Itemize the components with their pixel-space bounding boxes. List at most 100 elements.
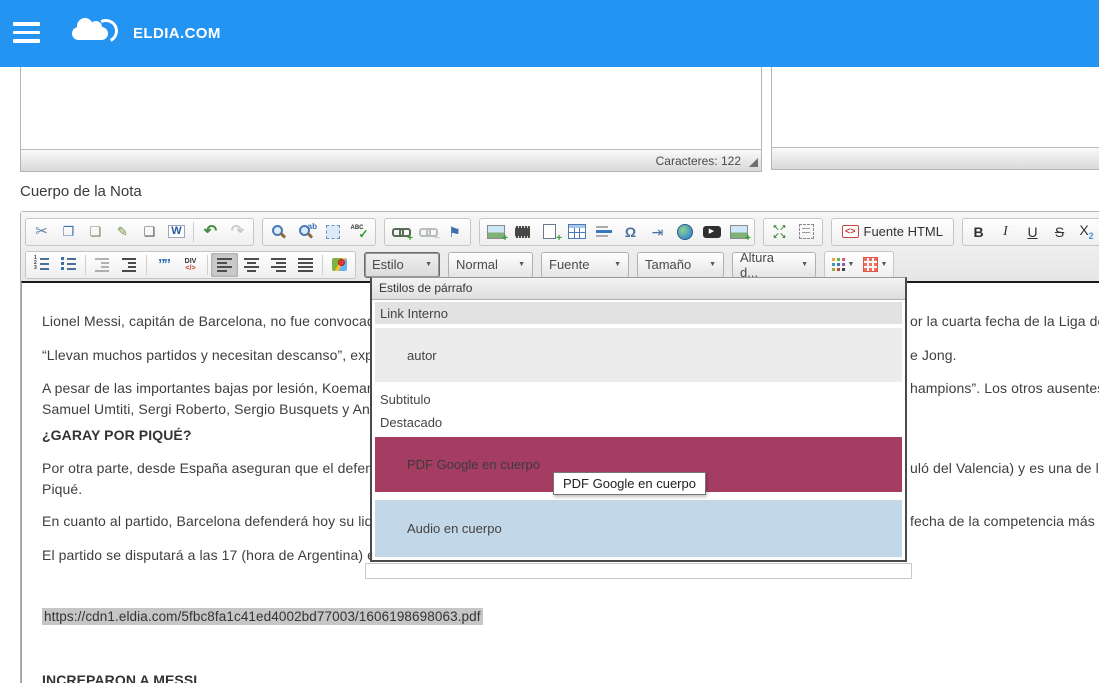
special-char-button[interactable]: Ω bbox=[617, 220, 644, 244]
insert-map-button[interactable] bbox=[326, 253, 353, 277]
align-justify-button[interactable] bbox=[292, 253, 319, 277]
underline-button[interactable]: U bbox=[1019, 220, 1046, 244]
pdf-url-selected-text[interactable]: https://cdn1.eldia.com/5fbc8fa1c41ed4002… bbox=[42, 608, 483, 625]
clipboard-group: ✂ ❐ ❏ ✎ ❑ W ↶ ↷ bbox=[25, 218, 254, 246]
paste-button[interactable]: ❏ bbox=[82, 220, 109, 244]
insert-page-button[interactable]: + bbox=[536, 220, 563, 244]
paste-from-word-button[interactable]: W bbox=[163, 220, 190, 244]
numbered-list-icon bbox=[33, 257, 50, 272]
style-item-link-interno[interactable]: Link Interno bbox=[375, 302, 902, 324]
horizontal-rule-button[interactable] bbox=[590, 220, 617, 244]
line-height-combo-label: Altura d... bbox=[740, 250, 791, 280]
article-line: Piqué. bbox=[42, 481, 82, 497]
align-left-button[interactable] bbox=[211, 253, 238, 277]
redo-button[interactable]: ↷ bbox=[224, 220, 251, 244]
character-count-bar: Caracteres: 122 bbox=[21, 149, 761, 171]
section-label: Cuerpo de la Nota bbox=[20, 183, 142, 200]
replace-button[interactable]: ab bbox=[292, 220, 319, 244]
text-color-button[interactable]: ▼ bbox=[827, 253, 859, 277]
style-item-audio[interactable]: Audio en cuerpo bbox=[375, 500, 902, 557]
undo-button[interactable]: ↶ bbox=[197, 220, 224, 244]
align-center-button[interactable] bbox=[238, 253, 265, 277]
app-header: ELDIA.COM bbox=[0, 0, 1099, 67]
blockquote-button[interactable]: ”” bbox=[150, 253, 177, 277]
show-blocks-icon bbox=[799, 224, 814, 239]
eldia-cloud-logo-icon bbox=[64, 13, 124, 53]
pdf-url-line: https://cdn1.eldia.com/5fbc8fa1c41ed4002… bbox=[42, 608, 483, 624]
insert-link-button[interactable]: + bbox=[387, 220, 414, 244]
film-icon bbox=[515, 226, 530, 238]
size-combo[interactable]: Tamaño ▼ bbox=[637, 252, 724, 278]
paste-special-icon: ❑ bbox=[144, 225, 156, 238]
search-icon bbox=[272, 225, 285, 238]
insert-table-button[interactable] bbox=[563, 220, 590, 244]
size-combo-label: Tamaño bbox=[645, 257, 691, 272]
youtube-icon: ▶ bbox=[703, 226, 721, 238]
chevron-down-icon: ▼ bbox=[415, 261, 432, 268]
separator bbox=[322, 255, 323, 275]
bold-button[interactable]: B bbox=[965, 220, 992, 244]
resize-grip-icon[interactable] bbox=[749, 158, 758, 167]
align-right-icon bbox=[271, 257, 286, 272]
source-group: <> Fuente HTML bbox=[831, 218, 954, 246]
map-icon bbox=[332, 258, 347, 271]
insert-youtube-button[interactable]: ▶ bbox=[698, 220, 725, 244]
div-container-button[interactable]: DIV</> bbox=[177, 253, 204, 277]
maximize-icon: ↖↗ ↙↘ bbox=[773, 224, 786, 240]
format-combo[interactable]: Normal ▼ bbox=[448, 252, 533, 278]
styles-combo[interactable]: Estilo ▼ bbox=[364, 252, 440, 278]
paste-text-button[interactable]: ✎ bbox=[109, 220, 136, 244]
hamburger-menu-icon[interactable] bbox=[13, 22, 40, 44]
insert-media-button[interactable] bbox=[509, 220, 536, 244]
flag-anchor-icon: ⚑ bbox=[448, 225, 461, 239]
select-all-icon bbox=[326, 225, 340, 239]
separator bbox=[85, 255, 86, 275]
table-icon bbox=[568, 224, 586, 239]
background-color-palette-icon bbox=[863, 257, 878, 272]
html-source-button[interactable]: <> Fuente HTML bbox=[834, 220, 951, 244]
style-item-destacado[interactable]: Destacado bbox=[375, 411, 902, 433]
div-container-icon: DIV</> bbox=[185, 258, 197, 272]
color-group: ▼ ▼ bbox=[824, 251, 894, 279]
page: ELDIA.COM Caracteres: 122 Cuerpo de la N… bbox=[0, 0, 1099, 683]
article-subheading: INCREPARON A MESSI bbox=[42, 672, 197, 683]
subscript-button[interactable]: X2 bbox=[1073, 220, 1099, 244]
bulleted-list-button[interactable] bbox=[55, 253, 82, 277]
style-item-autor[interactable]: autor bbox=[375, 328, 902, 382]
select-all-button[interactable] bbox=[319, 220, 346, 244]
page-break-button[interactable]: ⇥ bbox=[644, 220, 671, 244]
insert-embed-button[interactable] bbox=[671, 220, 698, 244]
link-group: + − ⚑ bbox=[384, 218, 471, 246]
secondary-status-bar bbox=[772, 147, 1099, 169]
paragraph-group: ”” DIV</> bbox=[25, 251, 356, 279]
align-right-button[interactable] bbox=[265, 253, 292, 277]
dropdown-title: Estilos de párrafo bbox=[372, 278, 905, 300]
anchor-button[interactable]: ⚑ bbox=[441, 220, 468, 244]
strikethrough-button[interactable]: S bbox=[1046, 220, 1073, 244]
article-line: hampions”. Los otros ausentes s bbox=[910, 380, 1099, 396]
character-count: Caracteres: 122 bbox=[656, 154, 741, 168]
align-justify-icon bbox=[298, 257, 313, 272]
italic-button[interactable]: I bbox=[992, 220, 1019, 244]
cut-button[interactable]: ✂ bbox=[28, 220, 55, 244]
maximize-button[interactable]: ↖↗ ↙↘ bbox=[766, 220, 793, 244]
remove-link-button[interactable]: − bbox=[414, 220, 441, 244]
italic-icon: I bbox=[1003, 224, 1008, 240]
paste-special-button[interactable]: ❑ bbox=[136, 220, 163, 244]
spellcheck-button[interactable]: ABC✓ bbox=[346, 220, 373, 244]
outdent-button[interactable] bbox=[89, 253, 116, 277]
font-combo[interactable]: Fuente ▼ bbox=[541, 252, 629, 278]
numbered-list-button[interactable] bbox=[28, 253, 55, 277]
style-item-subtitulo[interactable]: Subtitulo bbox=[375, 388, 902, 410]
line-height-combo[interactable]: Altura d... ▼ bbox=[732, 252, 816, 278]
copy-button[interactable]: ❐ bbox=[55, 220, 82, 244]
background-color-button[interactable]: ▼ bbox=[859, 253, 891, 277]
strikethrough-icon: S bbox=[1055, 224, 1064, 240]
show-blocks-button[interactable] bbox=[793, 220, 820, 244]
redo-icon: ↷ bbox=[231, 224, 244, 240]
insert-image-button[interactable]: + bbox=[482, 220, 509, 244]
insert-gallery-button[interactable]: + bbox=[725, 220, 752, 244]
find-button[interactable] bbox=[265, 220, 292, 244]
chevron-down-icon: ▼ bbox=[881, 261, 888, 268]
indent-button[interactable] bbox=[116, 253, 143, 277]
